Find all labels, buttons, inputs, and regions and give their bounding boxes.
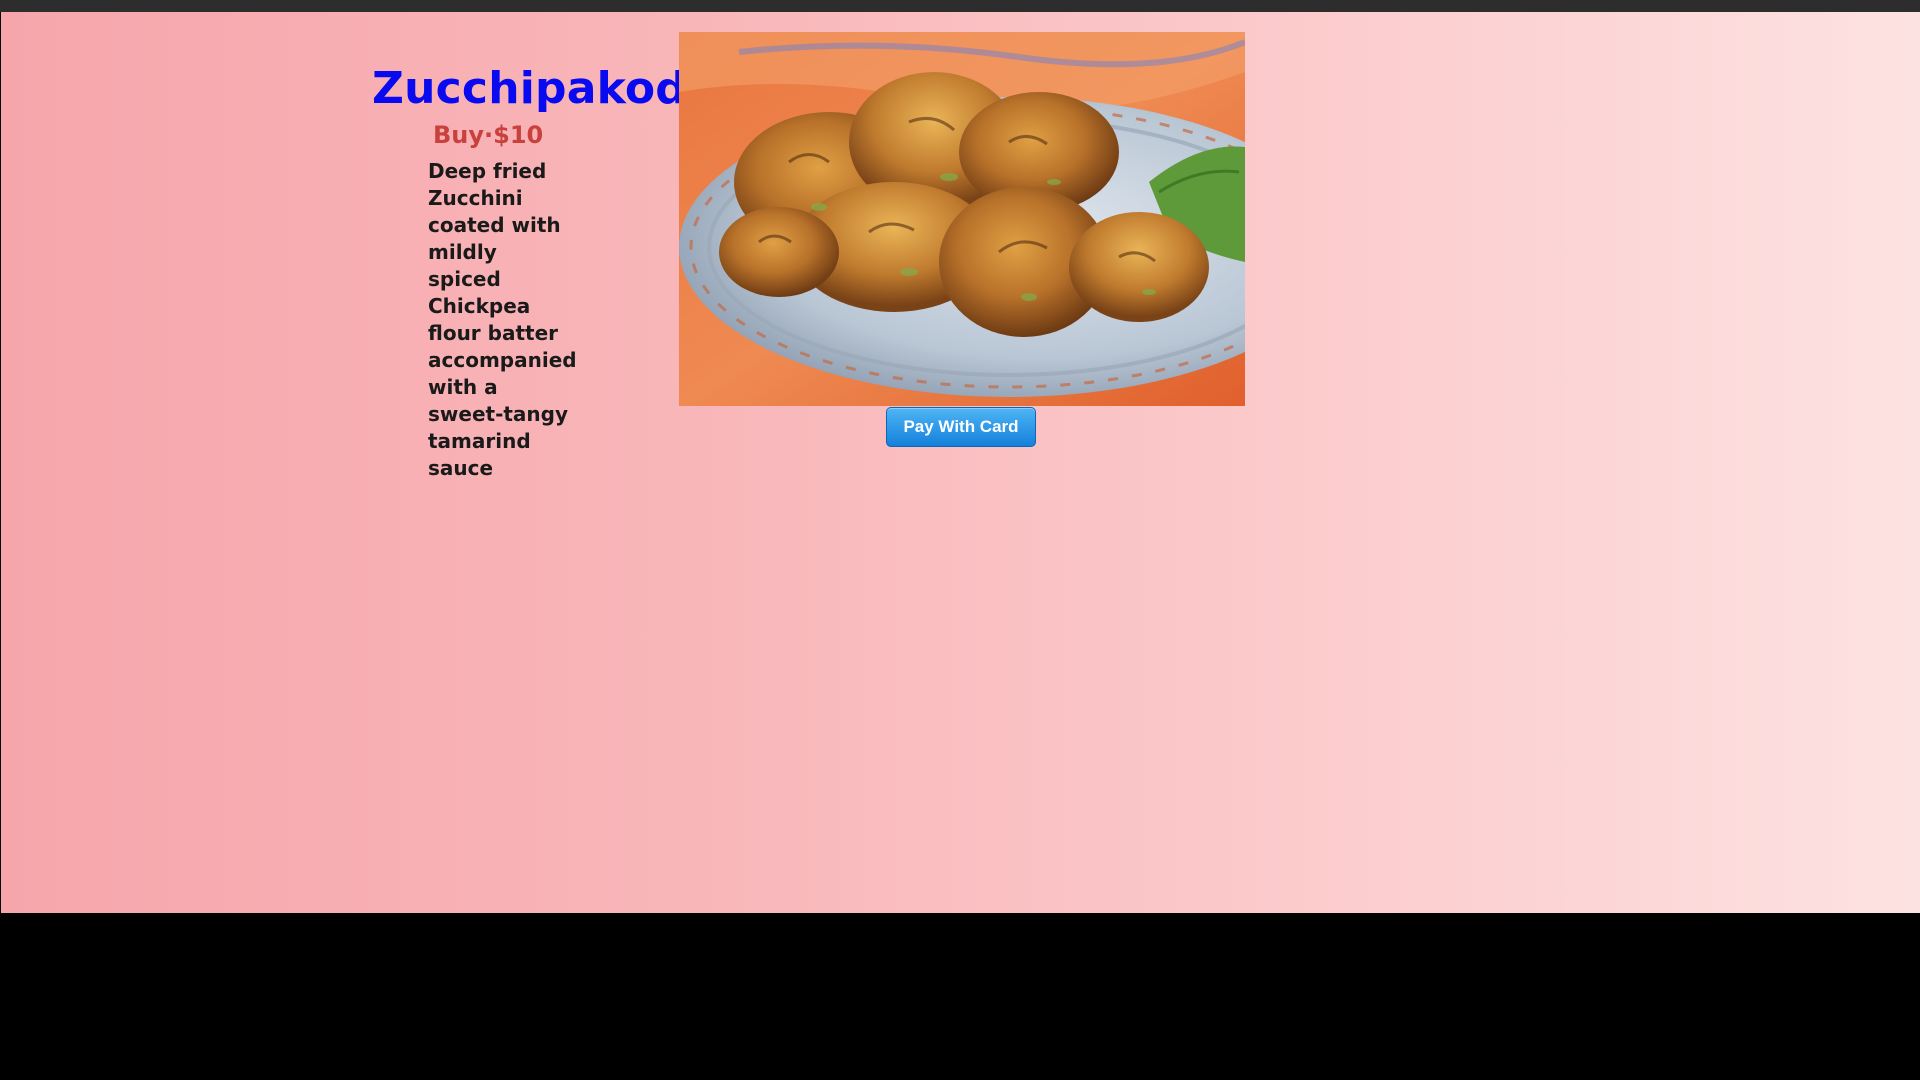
product-price: Buy·$10 (433, 121, 544, 149)
food-photo-icon (679, 32, 1245, 406)
pay-with-card-button[interactable]: Pay With Card (886, 407, 1036, 447)
product-page: Zucchipakoda Buy·$10 Deep fried Zucchini… (1, 12, 1920, 913)
product-description: Deep fried Zucchini coated with mildly s… (428, 159, 577, 480)
product-title: Zucchipakoda (372, 63, 717, 114)
window-top-bar (0, 0, 1920, 12)
product-image (679, 32, 1245, 406)
